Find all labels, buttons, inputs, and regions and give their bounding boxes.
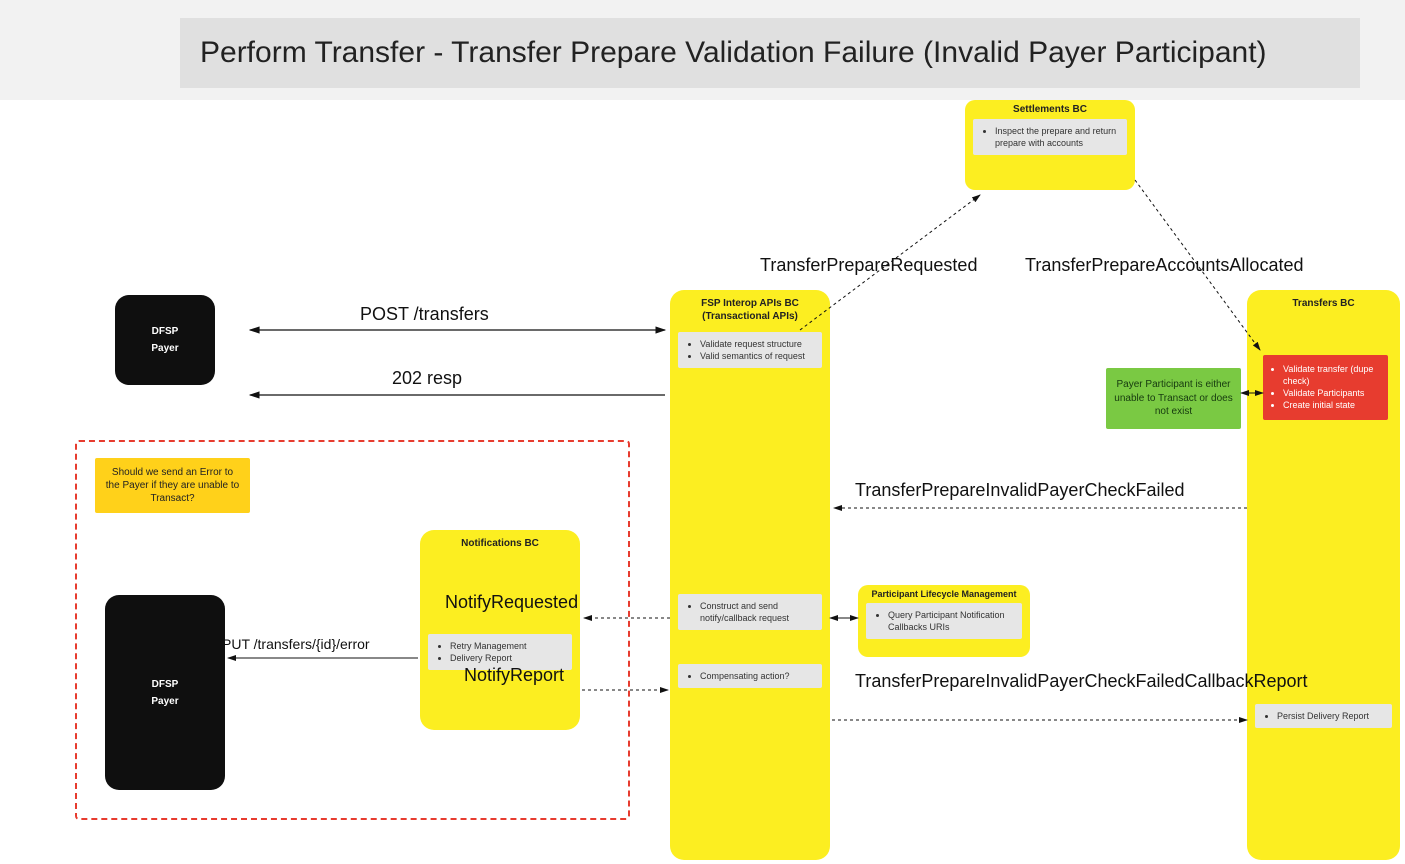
label-notify-requested: NotifyRequested — [445, 592, 578, 613]
fsp-subheader: (Transactional APIs) — [670, 311, 830, 328]
settlements-header: Settlements BC — [965, 100, 1135, 117]
dfsp2-role: Payer — [151, 696, 178, 707]
error-note-text: Payer Participant is either unable to Tr… — [1114, 379, 1232, 417]
red-item: Validate Participants — [1283, 387, 1380, 399]
transfers-card-item: Persist Delivery Report — [1277, 710, 1384, 722]
block-settlements: Settlements BC Inspect the prepare and r… — [965, 100, 1135, 190]
title-text: Perform Transfer - Transfer Prepare Vali… — [200, 36, 1267, 70]
plm-header: Participant Lifecycle Management — [858, 585, 1030, 601]
label-tpr-cb: TransferPrepareInvalidPayerCheckFailedCa… — [855, 670, 1235, 693]
plm-item: Query Participant Notification Callbacks… — [888, 609, 1014, 633]
question-note: Should we send an Error to the Payer if … — [95, 458, 250, 513]
fsp-card-item: Compensating action? — [700, 670, 814, 682]
red-item: Validate transfer (dupe check) — [1283, 363, 1380, 387]
red-item: Create initial state — [1283, 399, 1380, 411]
label-notify-report: NotifyReport — [464, 665, 564, 686]
fsp-card-item: Validate request structure — [700, 338, 814, 350]
fsp-card-compensate: Compensating action? — [678, 664, 822, 688]
actor-dfsp-payer-top: DFSP Payer — [115, 295, 215, 385]
label-202-resp: 202 resp — [392, 368, 462, 389]
page-title: Perform Transfer - Transfer Prepare Vali… — [180, 18, 1360, 88]
label-tpr-requested: TransferPrepareRequested — [760, 255, 977, 276]
settlements-item: Inspect the prepare and return prepare w… — [995, 125, 1119, 149]
settlements-card: Inspect the prepare and return prepare w… — [973, 119, 1127, 155]
fsp-card-notify: Construct and send notify/callback reque… — [678, 594, 822, 630]
actor-dfsp-payer-bottom: DFSP Payer — [105, 595, 225, 790]
transfers-card-persist: Persist Delivery Report — [1255, 704, 1392, 728]
label-post-transfers: POST /transfers — [360, 304, 489, 325]
dfsp-label: DFSP — [152, 326, 179, 337]
dfsp2-label: DFSP — [152, 679, 179, 690]
plm-card: Query Participant Notification Callbacks… — [866, 603, 1022, 639]
question-note-text: Should we send an Error to the Payer if … — [106, 467, 239, 504]
fsp-card-validate: Validate request structure Valid semanti… — [678, 332, 822, 368]
fsp-card-item: Construct and send notify/callback reque… — [700, 600, 814, 624]
label-put-error: PUT /transfers/{id}/error — [222, 636, 370, 652]
label-tpr-fail: TransferPrepareInvalidPayerCheckFailed — [855, 480, 1184, 501]
block-fsp-interop: FSP Interop APIs BC (Transactional APIs)… — [670, 290, 830, 860]
label-tpr-alloc: TransferPrepareAccountsAllocated — [1025, 255, 1303, 276]
dfsp-role: Payer — [151, 343, 178, 354]
transfers-red-card: Validate transfer (dupe check) Validate … — [1263, 355, 1388, 420]
fsp-header: FSP Interop APIs BC — [670, 290, 830, 311]
block-plm: Participant Lifecycle Management Query P… — [858, 585, 1030, 657]
error-note: Payer Participant is either unable to Tr… — [1106, 368, 1241, 429]
transfers-header: Transfers BC — [1247, 290, 1400, 311]
fsp-card-item: Valid semantics of request — [700, 350, 814, 362]
